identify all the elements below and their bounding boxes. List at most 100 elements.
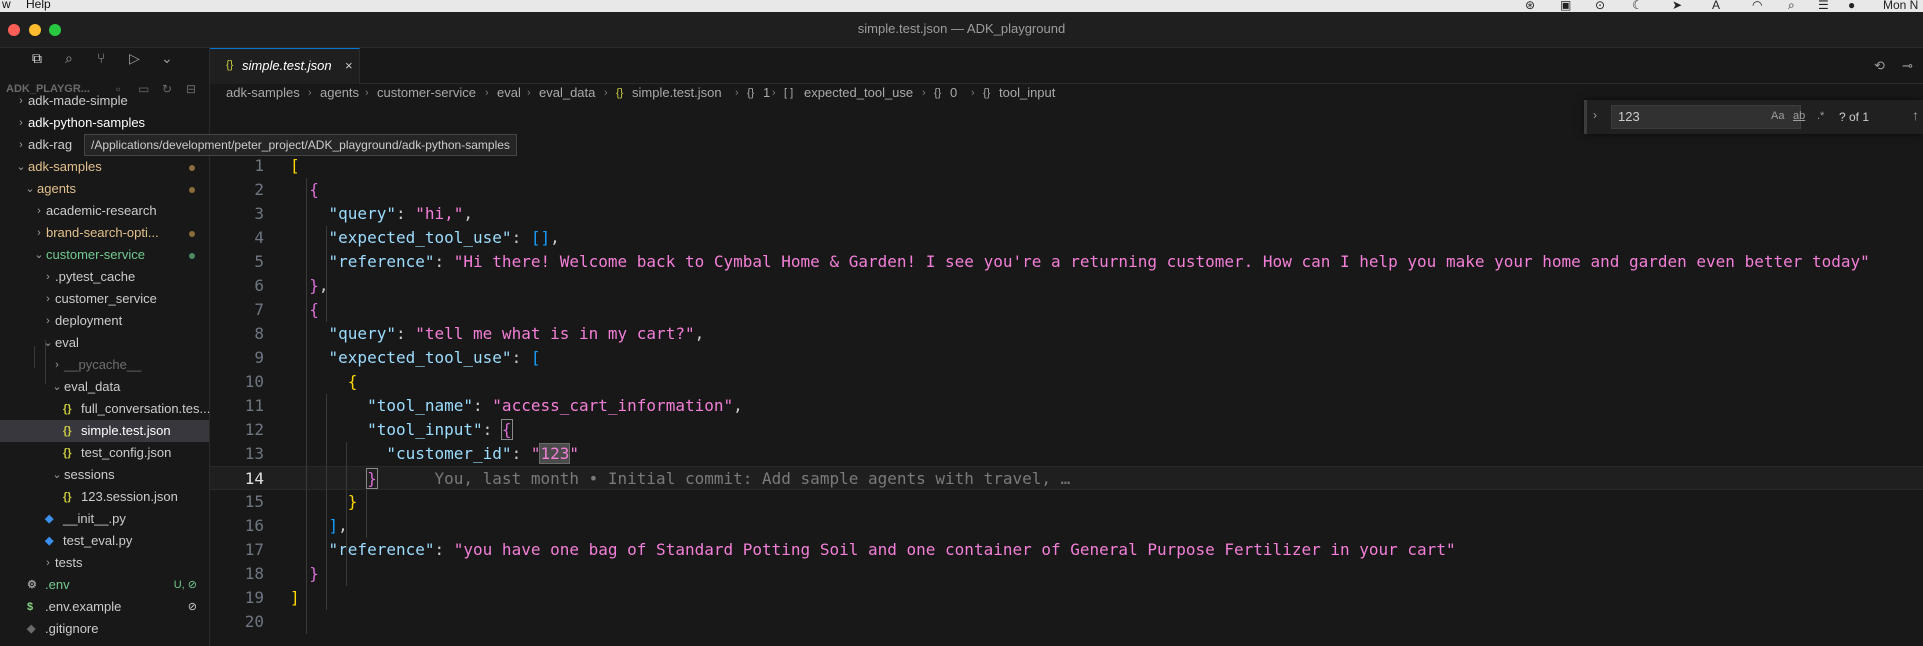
search-icon[interactable]: ⌕ <box>65 50 73 67</box>
toggle-replace-chevron-icon[interactable]: › <box>1593 108 1597 122</box>
breadcrumb-item[interactable]: simple.test.json <box>632 82 722 104</box>
tree-item-22[interactable]: ⚙ .env U, ⊘ <box>0 574 209 596</box>
chevron-down-icon[interactable]: ⌄ <box>161 50 173 67</box>
siri-icon[interactable]: ● <box>1848 0 1855 12</box>
tab-simple-test-json[interactable]: {} simple.test.json × <box>210 48 360 84</box>
code-line[interactable]: 14 } You, last month • Initial commit: A… <box>210 466 1923 490</box>
line-content: "query": "tell me what is in my cart?", <box>290 322 705 346</box>
code-line[interactable]: 11 "tool_name": "access_cart_information… <box>210 394 1923 418</box>
breadcrumb-item[interactable]: 0 <box>950 82 957 104</box>
code-line[interactable]: 5 "reference": "Hi there! Welcome back t… <box>210 250 1923 274</box>
breadcrumb-item[interactable]: agents <box>320 82 359 104</box>
git-status-badge: ⊘ <box>187 601 197 613</box>
menu-item-partial[interactable]: w <box>2 0 11 11</box>
tree-item-label: adk-rag <box>28 137 73 152</box>
code-line[interactable]: 17 "reference": "you have one bag of Sta… <box>210 538 1923 562</box>
indent-guide <box>326 394 327 610</box>
code-token: [] <box>530 228 551 247</box>
tree-item-4[interactable]: ⌄ agents <box>0 178 209 200</box>
tree-item-20[interactable]: ◆ test_eval.py <box>0 530 209 552</box>
code-line[interactable]: 18 } <box>210 562 1923 586</box>
tree-item-10[interactable]: › deployment <box>0 310 209 332</box>
code-token: "hi," <box>415 204 464 223</box>
code-line[interactable]: 16 ], <box>210 514 1923 538</box>
tree-item-label: eval_data <box>64 379 121 394</box>
tree-item-6[interactable]: › brand-search-opti... <box>0 222 209 244</box>
code-line[interactable]: 13 "customer_id": "123" <box>210 442 1923 466</box>
code-line[interactable]: 10 { <box>210 370 1923 394</box>
breadcrumb-item[interactable]: customer-service <box>377 82 476 104</box>
breadcrumb-item[interactable]: expected_tool_use <box>804 82 913 104</box>
match-case-icon[interactable]: Aa <box>1771 110 1784 122</box>
code-line[interactable]: 1[ <box>210 154 1923 178</box>
code-line[interactable]: 2 { <box>210 178 1923 202</box>
previous-match-icon[interactable]: ↑ <box>1912 107 1919 123</box>
tree-item-11[interactable]: ⌄ eval <box>0 332 209 354</box>
tree-item-21[interactable]: › tests <box>0 552 209 574</box>
toggle-timeline-icon[interactable]: ⊸ <box>1902 58 1913 74</box>
menu-clock[interactable]: Mon N <box>1883 0 1918 12</box>
code-line[interactable]: 19] <box>210 586 1923 610</box>
line-content: "expected_tool_use": [ <box>290 346 541 370</box>
tree-item-12[interactable]: › __pycache__ <box>0 354 209 376</box>
tree-item-5[interactable]: › academic-research <box>0 200 209 222</box>
run-debug-icon[interactable]: ▷ <box>129 50 140 67</box>
search-icon[interactable]: ⌕ <box>1788 0 1795 12</box>
line-content: ], <box>290 514 348 538</box>
tree-item-19[interactable]: ◆ __init__.py <box>0 508 209 530</box>
tree-item-9[interactable]: › customer_service <box>0 288 209 310</box>
tree-item-7[interactable]: ⌄ customer-service <box>0 244 209 266</box>
breadcrumb-item[interactable]: adk-samples <box>226 82 300 104</box>
tree-item-14[interactable]: {} full_conversation.tes... <box>0 398 209 420</box>
play-icon[interactable]: ⊙ <box>1595 0 1605 12</box>
control-center-icon[interactable]: ☰ <box>1818 0 1829 12</box>
code-line[interactable]: 15 } <box>210 490 1923 514</box>
code-line[interactable]: 20 <box>210 610 1923 634</box>
tree-item-23[interactable]: $ .env.example ⊘ <box>0 596 209 618</box>
whole-word-icon[interactable]: ab <box>1793 110 1805 122</box>
tree-item-16[interactable]: {} test_config.json <box>0 442 209 464</box>
wifi-icon[interactable]: ◠ <box>1752 0 1762 12</box>
chatgpt-icon[interactable]: ⊛ <box>1525 0 1535 12</box>
chevron-right-icon: › <box>37 227 41 239</box>
regex-icon[interactable]: .* <box>1817 110 1824 122</box>
tree-item-15[interactable]: {} simple.test.json <box>0 420 209 442</box>
chevron-right-icon: › <box>37 205 41 217</box>
tree-item-3[interactable]: ⌄ adk-samples <box>0 156 209 178</box>
source-control-icon[interactable]: ⑂ <box>97 50 105 66</box>
breadcrumb-item[interactable]: tool_input <box>999 82 1055 104</box>
code-line[interactable]: 3 "query": "hi,", <box>210 202 1923 226</box>
code-editor[interactable]: 1[2 {3 "query": "hi,", 4 "expected_tool_u… <box>210 154 1923 646</box>
code-token: "Hi there! Welcome back to Cymbal Home &… <box>453 252 1870 271</box>
line-content: "reference": "Hi there! Welcome back to … <box>290 250 1870 274</box>
tree-item-18[interactable]: {} 123.session.json <box>0 486 209 508</box>
code-token: { <box>309 300 319 319</box>
chevron-down-icon: ⌄ <box>52 381 62 393</box>
tree-item-24[interactable]: ◆ .gitignore <box>0 618 209 640</box>
tree-item-label: deployment <box>55 313 123 328</box>
send-icon[interactable]: ➤ <box>1672 0 1682 12</box>
moon-icon[interactable]: ☾ <box>1632 0 1643 12</box>
code-line[interactable]: 6 }, <box>210 274 1923 298</box>
breadcrumb-item[interactable]: eval_data <box>539 82 595 104</box>
code-line[interactable]: 12 "tool_input": { <box>210 418 1923 442</box>
code-line[interactable]: 7 { <box>210 298 1923 322</box>
code-line[interactable]: 4 "expected_tool_use": [], <box>210 226 1923 250</box>
close-icon[interactable]: × <box>345 58 353 73</box>
tree-item-0[interactable]: › adk-made-simple <box>0 90 209 112</box>
code-line[interactable]: 9 "expected_tool_use": [ <box>210 346 1923 370</box>
breadcrumb-item[interactable]: 1 <box>763 82 770 104</box>
tree-item-13[interactable]: ⌄ eval_data <box>0 376 209 398</box>
menu-item-help[interactable]: Help <box>26 0 51 11</box>
tree-item-1[interactable]: › adk-python-samples <box>0 112 209 134</box>
tree-item-17[interactable]: ⌄ sessions <box>0 464 209 486</box>
breadcrumb-item[interactable]: eval <box>497 82 521 104</box>
explorer-icon[interactable]: ⧉ <box>32 50 42 67</box>
code-line[interactable]: 8 "query": "tell me what is in my cart?"… <box>210 322 1923 346</box>
open-changes-icon[interactable]: ⟲ <box>1874 58 1885 74</box>
code-token: : <box>511 348 531 367</box>
tree-item-8[interactable]: › .pytest_cache <box>0 266 209 288</box>
keyboard-input-icon[interactable]: A <box>1712 0 1720 12</box>
message-icon[interactable]: ▣ <box>1560 0 1571 12</box>
